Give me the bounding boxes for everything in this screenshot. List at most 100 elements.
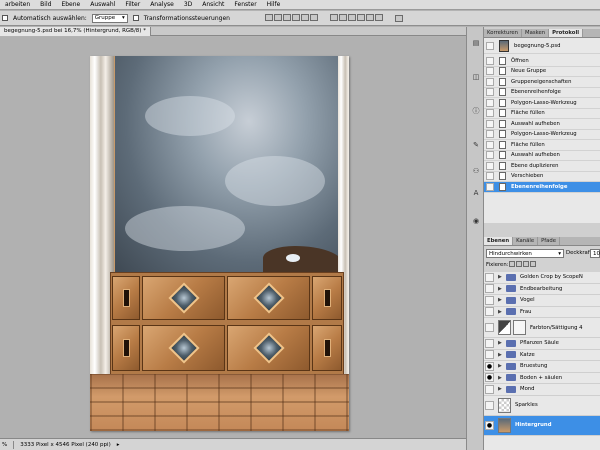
history-source-box[interactable] xyxy=(486,88,494,97)
character-icon[interactable]: A xyxy=(472,189,480,197)
history-item[interactable]: Auswahl aufheben xyxy=(484,151,600,161)
distribute-right-icon[interactable] xyxy=(374,13,383,21)
tab-channels[interactable]: Kanäle xyxy=(513,237,539,245)
menu-edit[interactable]: arbeiten xyxy=(0,0,35,10)
history-item[interactable]: Polygon-Lasso-Werkzeug xyxy=(484,98,600,109)
history-source-box[interactable] xyxy=(486,130,494,139)
menu-analysis[interactable]: Analyse xyxy=(145,0,179,10)
history-source-box[interactable] xyxy=(486,109,494,118)
visibility-toggle[interactable] xyxy=(485,284,494,294)
layer-row[interactable]: ▶ Mond xyxy=(484,384,600,396)
expand-triangle-icon[interactable]: ▶ xyxy=(498,386,504,392)
layer-row[interactable]: ▶ Endbearbeitung xyxy=(484,284,600,295)
history-source-box[interactable] xyxy=(486,77,494,86)
layer-row[interactable]: ▶ Frau xyxy=(484,307,600,318)
distribute-top-icon[interactable] xyxy=(329,13,338,21)
menu-select[interactable]: Auswahl xyxy=(85,0,120,10)
layer-row[interactable]: Farbton/Sättigung 4 xyxy=(484,318,600,338)
history-source-box[interactable] xyxy=(486,41,494,50)
visibility-toggle[interactable] xyxy=(485,400,494,410)
history-item-selected[interactable]: Ebenenreihenfolge xyxy=(484,182,600,193)
document-tab[interactable]: begegnung-5.psd bei 16,7% (Hintergrund, … xyxy=(0,27,151,36)
layer-row[interactable]: ▶ Pflanzen Säule xyxy=(484,338,600,350)
distribute-hcenter-icon[interactable] xyxy=(365,13,374,21)
align-bottom-icon[interactable] xyxy=(282,13,291,21)
lock-position-icon[interactable] xyxy=(523,261,529,267)
swatches-icon[interactable]: ◉ xyxy=(472,217,480,225)
auto-select-dropdown[interactable]: Gruppe ▾ xyxy=(91,13,128,23)
menu-layer[interactable]: Ebene xyxy=(56,0,85,10)
history-item[interactable]: Öffnen xyxy=(484,56,600,67)
brush-icon[interactable]: ✎ xyxy=(472,141,480,149)
visibility-toggle[interactable] xyxy=(485,338,494,348)
history-snapshot[interactable]: begegnung-5.psd xyxy=(484,38,600,54)
visibility-toggle-on[interactable]: ● xyxy=(485,420,494,430)
layer-row[interactable]: ● ▶ Boden + säulen xyxy=(484,373,600,384)
auto-align-icon[interactable] xyxy=(394,14,403,22)
history-source-box[interactable] xyxy=(486,172,494,181)
expand-triangle-icon[interactable]: ▶ xyxy=(498,274,504,280)
visibility-toggle[interactable] xyxy=(485,384,494,394)
expand-triangle-icon[interactable]: ▶ xyxy=(498,297,504,303)
layer-row[interactable]: Sparkles xyxy=(484,396,600,416)
history-item[interactable]: Neue Gruppe xyxy=(484,67,600,77)
distribute-left-icon[interactable] xyxy=(356,13,365,21)
auto-select-checkbox[interactable] xyxy=(2,15,8,21)
align-vcenter-icon[interactable] xyxy=(273,13,282,21)
align-top-icon[interactable] xyxy=(264,13,273,21)
transform-controls-checkbox[interactable] xyxy=(132,15,139,21)
expand-triangle-icon[interactable]: ▶ xyxy=(498,286,504,292)
history-item[interactable]: Fläche füllen xyxy=(484,109,600,119)
layer-row[interactable]: ● ▶ Bruestung xyxy=(484,361,600,373)
visibility-toggle[interactable] xyxy=(485,350,494,360)
expand-triangle-icon[interactable]: ▶ xyxy=(498,375,504,381)
visibility-toggle-on[interactable]: ● xyxy=(485,373,494,383)
expand-triangle-icon[interactable]: ▶ xyxy=(498,340,504,346)
canvas-area[interactable] xyxy=(0,37,466,438)
tab-history[interactable]: Protokoll xyxy=(549,29,584,37)
distribute-bottom-icon[interactable] xyxy=(347,13,356,21)
menu-3d[interactable]: 3D xyxy=(179,0,197,10)
info-icon[interactable]: ⓘ xyxy=(472,107,480,115)
expand-triangle-icon[interactable]: ▶ xyxy=(498,352,504,358)
distribute-vcenter-icon[interactable] xyxy=(338,13,347,21)
tab-paths[interactable]: Pfade xyxy=(538,237,561,245)
history-item[interactable]: Ebene duplizieren xyxy=(484,161,600,172)
history-source-box[interactable] xyxy=(486,140,494,149)
menu-filter[interactable]: Filter xyxy=(120,0,145,10)
layer-row-selected[interactable]: ● Hintergrund xyxy=(484,415,600,436)
history-source-box[interactable] xyxy=(486,119,494,128)
expand-triangle-icon[interactable]: ▶ xyxy=(498,309,504,315)
status-arrow-icon[interactable]: ▸ xyxy=(117,442,120,448)
history-item[interactable]: Gruppeneigenschaften xyxy=(484,77,600,88)
align-right-icon[interactable] xyxy=(309,13,318,21)
visibility-toggle-on[interactable]: ● xyxy=(485,361,494,371)
visibility-toggle[interactable] xyxy=(485,307,494,317)
history-source-box[interactable] xyxy=(486,182,494,191)
blend-mode-dropdown[interactable]: Hindurchwirken ▾ xyxy=(486,249,564,258)
clone-source-icon[interactable]: ⚇ xyxy=(472,167,480,175)
history-source-box[interactable] xyxy=(486,161,494,170)
visibility-toggle[interactable] xyxy=(485,323,494,332)
tab-layers[interactable]: Ebenen xyxy=(484,237,514,245)
tab-adjustments[interactable]: Korrekturen xyxy=(484,29,523,37)
menu-view[interactable]: Ansicht xyxy=(197,0,229,10)
align-left-icon[interactable] xyxy=(291,13,300,21)
menu-image[interactable]: Bild xyxy=(35,0,56,10)
history-icon[interactable]: ▤ xyxy=(472,39,480,47)
align-hcenter-icon[interactable] xyxy=(300,13,309,21)
history-source-box[interactable] xyxy=(486,151,494,160)
lock-all-icon[interactable] xyxy=(530,261,536,267)
layer-row[interactable]: ▶ Vogel xyxy=(484,295,600,307)
tab-masks[interactable]: Masken xyxy=(522,29,550,37)
history-source-box[interactable] xyxy=(486,67,494,76)
history-item[interactable]: Auswahl aufheben xyxy=(484,119,600,130)
lock-image-icon[interactable] xyxy=(516,261,522,267)
zoom-level[interactable]: % xyxy=(2,442,7,448)
menu-help[interactable]: Hilfe xyxy=(262,0,286,10)
history-source-box[interactable] xyxy=(486,56,494,65)
history-item[interactable]: Polygon-Lasso-Werkzeug xyxy=(484,130,600,140)
history-item[interactable]: Fläche füllen xyxy=(484,140,600,151)
menu-window[interactable]: Fenster xyxy=(229,0,261,10)
visibility-toggle[interactable] xyxy=(485,295,494,305)
